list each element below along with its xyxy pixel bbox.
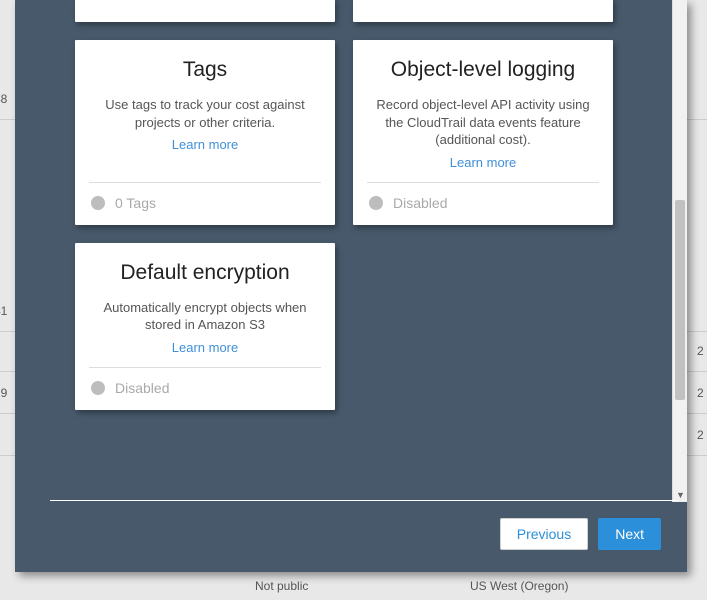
next-button[interactable]: Next xyxy=(598,518,661,550)
bg-footer-public: Not public xyxy=(255,579,308,593)
scroll-pane: Tags Use tags to track your cost against… xyxy=(15,0,672,572)
status-text: 0 Tags xyxy=(115,195,156,211)
bg-cell: 41 xyxy=(0,304,7,318)
scrollbar[interactable]: ▼ xyxy=(672,0,687,502)
scrollbar-thumb[interactable] xyxy=(675,200,685,400)
bg-cell: 2 xyxy=(697,386,707,400)
bg-cell: 29 xyxy=(0,386,7,400)
learn-more-link[interactable]: Learn more xyxy=(450,155,516,170)
card-title: Object-level logging xyxy=(369,58,597,82)
previous-button[interactable]: Previous xyxy=(500,518,588,550)
card-tags[interactable]: Tags Use tags to track your cost against… xyxy=(75,40,335,225)
status-text: Disabled xyxy=(393,195,447,211)
divider xyxy=(50,500,678,501)
card-peek-right[interactable] xyxy=(353,0,613,22)
card-peek-left[interactable] xyxy=(75,0,335,22)
bg-footer: Not public US West (Oregon) xyxy=(0,572,707,600)
learn-more-link[interactable]: Learn more xyxy=(172,340,238,355)
bg-footer-region: US West (Oregon) xyxy=(470,579,568,593)
status-dot-icon xyxy=(369,196,383,210)
bg-cell: 2 xyxy=(697,428,707,442)
card-description: Automatically encrypt objects when store… xyxy=(91,299,319,334)
status-dot-icon xyxy=(91,381,105,395)
wizard-modal: Tags Use tags to track your cost against… xyxy=(15,0,687,572)
learn-more-link[interactable]: Learn more xyxy=(172,137,238,152)
property-cards: Tags Use tags to track your cost against… xyxy=(15,0,672,430)
card-title: Default encryption xyxy=(91,261,319,285)
status-text: Disabled xyxy=(115,380,169,396)
card-title: Tags xyxy=(91,58,319,82)
card-object-level-logging[interactable]: Object-level logging Record object-level… xyxy=(353,40,613,225)
card-default-encryption[interactable]: Default encryption Automatically encrypt… xyxy=(75,243,335,410)
card-description: Record object-level API activity using t… xyxy=(369,96,597,149)
bg-cell: 48 xyxy=(0,92,7,106)
status-dot-icon xyxy=(91,196,105,210)
card-description: Use tags to track your cost against proj… xyxy=(91,96,319,131)
bg-cell: 2 xyxy=(697,344,707,358)
wizard-footer-buttons: Previous Next xyxy=(500,518,661,550)
